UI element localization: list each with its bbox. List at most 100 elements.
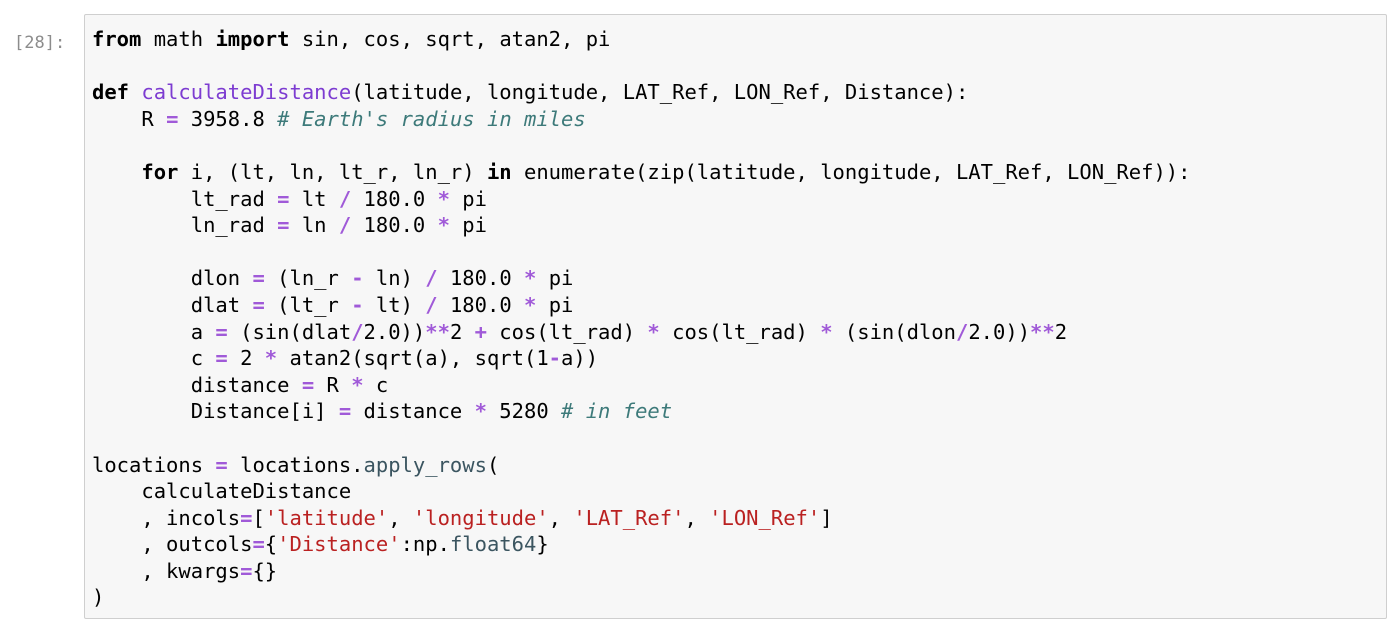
keyword-token: in [486, 159, 512, 184]
code-token: ln) [363, 266, 426, 291]
code-token: math [141, 27, 216, 51]
code-token: pi [536, 266, 574, 291]
operator-token: * [524, 292, 537, 317]
code-token: R [92, 106, 167, 131]
code-token: a)) [561, 346, 599, 371]
keyword-token: import [215, 27, 290, 51]
attribute-token: float64 [449, 532, 537, 557]
code-token: 3958.8 [178, 106, 278, 131]
operator-token: * [474, 399, 487, 424]
string-token: 'longitude' [412, 505, 549, 530]
code-token: a [92, 319, 216, 344]
code-line: def calculateDistance(latitude, longitud… [92, 79, 1190, 106]
code-token: 180.0 [437, 292, 525, 317]
function-name-token: calculateDistance [141, 80, 352, 105]
code-token: locations [92, 452, 216, 477]
string-token: 'latitude' [264, 505, 389, 530]
operator-token: * [437, 213, 450, 238]
code-token: , [388, 505, 413, 530]
code-token: , incols [92, 505, 241, 530]
code-token: (sin(dlon [832, 319, 956, 344]
code-token: (ln_r [264, 266, 352, 291]
code-token: lt [289, 186, 339, 211]
operator-token: / [425, 292, 438, 317]
code-line: Distance[i] = distance * 5280 # in feet [92, 398, 1190, 425]
code-token: , kwargs [92, 558, 241, 583]
comment-token: # Earth's radius in miles [277, 106, 586, 131]
code-token: (lt_r [264, 292, 352, 317]
keyword-token: from [92, 27, 142, 51]
code-token: ) [92, 585, 105, 610]
code-token: enumerate(zip(latitude, longitude, LAT_R… [511, 159, 1191, 184]
operator-token: = [215, 452, 228, 477]
code-token: pi [449, 186, 487, 211]
code-token: dlon [92, 266, 253, 291]
code-token: locations. [227, 452, 364, 477]
operator-token: = [240, 505, 253, 530]
operator-token: = [215, 346, 228, 371]
code-token: pi [449, 213, 487, 238]
code-token: R [314, 372, 352, 397]
code-token: calculateDistance [92, 479, 352, 504]
code-token: c [363, 372, 389, 397]
operator-token: + [474, 319, 487, 344]
operator-token: * [437, 186, 450, 211]
code-token: ln_rad [92, 213, 278, 238]
operator-token: - [351, 292, 364, 317]
operator-token: * [524, 266, 537, 291]
code-token: , [548, 505, 574, 530]
operator-token: = [240, 558, 253, 583]
code-token: 180.0 [351, 213, 438, 238]
code-token: ln [289, 213, 339, 238]
code-line: distance = R * c [92, 372, 1190, 399]
code-line: a = (sin(dlat/2.0))**2 + cos(lt_rad) * c… [92, 319, 1190, 346]
code-token: c [92, 346, 216, 371]
code-token: 2.0)) [968, 319, 1031, 344]
code-token: 5280 [486, 399, 562, 424]
code-line: dlat = (lt_r - lt) / 180.0 * pi [92, 292, 1190, 319]
code-token: pi [536, 292, 574, 317]
code-token: dlat [92, 292, 253, 317]
operator-token: - [351, 266, 364, 291]
code-token: lt_rad [92, 186, 278, 211]
operator-token: / [338, 186, 352, 211]
operator-token: / [338, 213, 352, 238]
code-token: ] [820, 505, 833, 530]
code-token: 2 [227, 346, 265, 371]
code-token: atan2(sqrt(a), sqrt(1 [277, 346, 549, 371]
code-token: , [684, 505, 710, 530]
operator-token: * [351, 372, 364, 397]
operator-token: = [215, 319, 228, 344]
operator-token: = [338, 399, 352, 424]
code-line: lt_rad = lt / 180.0 * pi [92, 186, 1190, 213]
code-token: 180.0 [437, 266, 525, 291]
code-line: ln_rad = ln / 180.0 * pi [92, 212, 1190, 239]
operator-token: = [166, 106, 179, 131]
notebook-code-cell: [28]: from math import sin, cos, sqrt, a… [0, 0, 1400, 634]
operator-token: = [301, 372, 315, 397]
code-token: [ [252, 505, 265, 530]
operator-token: - [548, 346, 562, 371]
code-token: 180.0 [351, 186, 438, 211]
code-token: } [536, 532, 549, 557]
execution-count-prompt: [28]: [14, 33, 66, 53]
operator-token: ** [1030, 319, 1055, 344]
code-token: (latitude, longitude, LAT_Ref, LON_Ref, … [351, 80, 969, 105]
operator-token: / [425, 266, 438, 291]
keyword-token: def [92, 80, 130, 105]
code-line: c = 2 * atan2(sqrt(a), sqrt(1-a)) [92, 345, 1190, 372]
code-line: dlon = (ln_r - ln) / 180.0 * pi [92, 265, 1190, 292]
code-token: ( [486, 452, 500, 477]
code-line: for i, (lt, ln, lt_r, ln_r) in enumerate… [92, 159, 1190, 186]
code-token: (sin(dlat [227, 319, 352, 344]
code-token: sin, cos, sqrt, atan2, pi [289, 27, 611, 51]
code-line: locations = locations.apply_rows( [92, 452, 1190, 479]
code-block[interactable]: from math import sin, cos, sqrt, atan2, … [92, 26, 1190, 611]
operator-token: * [264, 346, 278, 371]
code-token: {} [252, 558, 278, 583]
operator-token: = [252, 532, 265, 557]
